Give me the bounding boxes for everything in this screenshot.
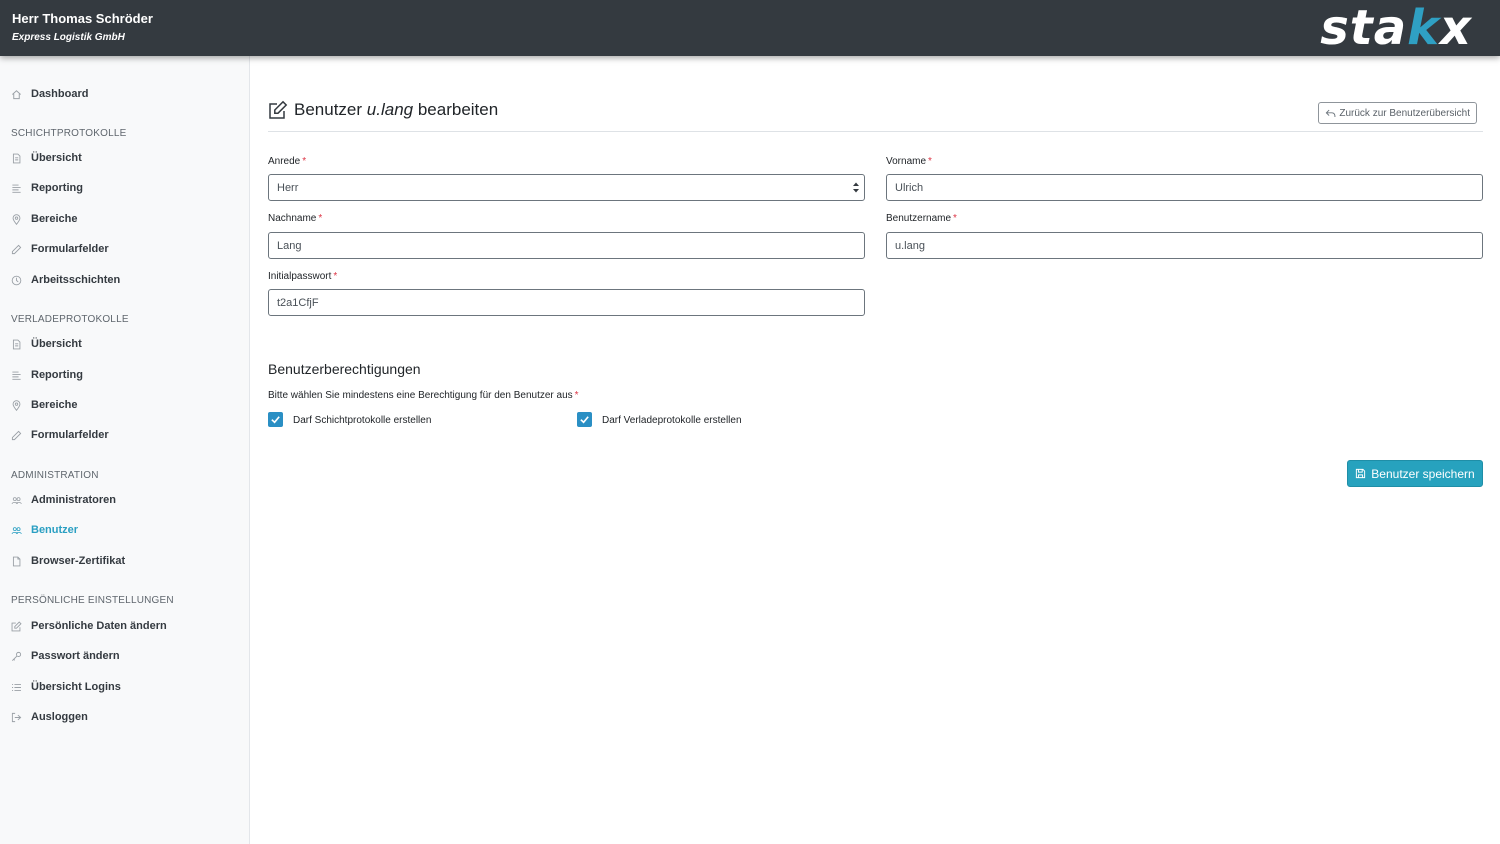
permissions-hint: Bitte wählen Sie mindestens eine Berecht…: [268, 390, 579, 401]
document-icon: [11, 339, 31, 350]
initialpasswort-label: Initialpasswort *: [268, 271, 338, 282]
sidebar-item-browser-zertifikat[interactable]: Browser-Zertifikat: [0, 549, 249, 573]
save-icon: [1356, 468, 1366, 479]
edit-icon: [11, 620, 31, 632]
sidebar-item-dashboard[interactable]: Dashboard: [0, 82, 249, 106]
vorname-label: Vorname *: [886, 156, 932, 167]
save-user-button[interactable]: Benutzer speichern: [1347, 460, 1483, 487]
vorname-input[interactable]: Ulrich: [886, 174, 1483, 201]
sidebar-item-verlade-uebersicht[interactable]: Übersicht: [0, 332, 249, 356]
verladeprotokolle-checkbox-label[interactable]: Darf Verladeprotokolle erstellen: [602, 415, 742, 426]
benutzername-input[interactable]: u.lang: [886, 232, 1483, 259]
stakx-logo[interactable]: stakx: [1320, 2, 1472, 54]
permissions-title: Benutzerberechtigungen: [268, 361, 421, 377]
sidebar-item-schicht-uebersicht[interactable]: Übersicht: [0, 146, 249, 170]
user-company: Express Logistik GmbH: [12, 32, 125, 43]
top-header: Herr Thomas Schröder Express Logistik Gm…: [0, 0, 1500, 56]
nav-heading-persoenliche-einstellungen: PERSÖNLICHE EINSTELLUNGEN: [11, 595, 174, 606]
main-content: Benutzer u.lang bearbeiten Zurück zur Be…: [250, 56, 1500, 844]
list-icon: [11, 682, 31, 693]
benutzername-label: Benutzername *: [886, 213, 957, 224]
align-left-icon: [11, 183, 31, 194]
edit-icon: [269, 100, 288, 119]
map-pin-icon: [11, 399, 31, 411]
anrede-select[interactable]: Herr: [268, 174, 865, 201]
file-icon: [11, 556, 31, 567]
document-icon: [11, 153, 31, 164]
sidebar-item-persoenliche-daten[interactable]: Persönliche Daten ändern: [0, 614, 249, 638]
sidebar-item-schicht-reporting[interactable]: Reporting: [0, 176, 249, 200]
sidebar-item-schicht-bereiche[interactable]: Bereiche: [0, 207, 249, 231]
users-icon: [11, 495, 31, 506]
select-arrows-icon: [853, 182, 859, 193]
nav-heading-verladeprotokolle: VERLADEPROTOKOLLE: [11, 314, 129, 325]
nachname-input[interactable]: Lang: [268, 232, 865, 259]
sidebar-item-passwort-aendern[interactable]: Passwort ändern: [0, 644, 249, 668]
key-icon: [11, 651, 31, 662]
verladeprotokolle-checkbox[interactable]: [577, 412, 592, 427]
sidebar-item-uebersicht-logins[interactable]: Übersicht Logins: [0, 675, 249, 699]
sidebar-item-ausloggen[interactable]: Ausloggen: [0, 705, 249, 729]
nachname-label: Nachname *: [268, 213, 323, 224]
sidebar-item-verlade-formularfelder[interactable]: Formularfelder: [0, 423, 249, 447]
align-left-icon: [11, 370, 31, 381]
initialpasswort-input[interactable]: t2a1CfjF: [268, 289, 865, 316]
title-divider: [268, 131, 1483, 132]
sidebar-item-verlade-reporting[interactable]: Reporting: [0, 363, 249, 387]
sidebar-item-schicht-formularfelder[interactable]: Formularfelder: [0, 237, 249, 261]
checkmark-icon: [580, 416, 589, 424]
schichtprotokolle-checkbox[interactable]: [268, 412, 283, 427]
logout-icon: [11, 712, 31, 723]
pencil-icon: [11, 244, 31, 255]
home-icon: [11, 89, 31, 100]
anrede-label: Anrede *: [268, 156, 307, 167]
page-title: Benutzer u.lang bearbeiten: [268, 100, 498, 120]
pencil-icon: [11, 430, 31, 441]
reply-arrow-icon: [1326, 109, 1336, 117]
checkmark-icon: [271, 416, 280, 424]
back-to-user-overview-button[interactable]: Zurück zur Benutzerübersicht: [1318, 102, 1477, 124]
clock-icon: [11, 275, 31, 286]
title-username: u.lang: [366, 100, 414, 119]
sidebar: Dashboard SCHICHTPROTOKOLLE Übersicht Re…: [0, 56, 250, 844]
sidebar-item-benutzer[interactable]: Benutzer: [0, 518, 249, 542]
sidebar-item-arbeitsschichten[interactable]: Arbeitsschichten: [0, 268, 249, 292]
nav-heading-schichtprotokolle: SCHICHTPROTOKOLLE: [11, 128, 127, 139]
sidebar-item-verlade-bereiche[interactable]: Bereiche: [0, 393, 249, 417]
user-name: Herr Thomas Schröder: [12, 11, 153, 26]
schichtprotokolle-checkbox-label[interactable]: Darf Schichtprotokolle erstellen: [293, 415, 431, 426]
map-pin-icon: [11, 213, 31, 225]
users-icon: [11, 525, 31, 536]
nav-heading-administration: ADMINISTRATION: [11, 470, 99, 481]
sidebar-item-administratoren[interactable]: Administratoren: [0, 488, 249, 512]
